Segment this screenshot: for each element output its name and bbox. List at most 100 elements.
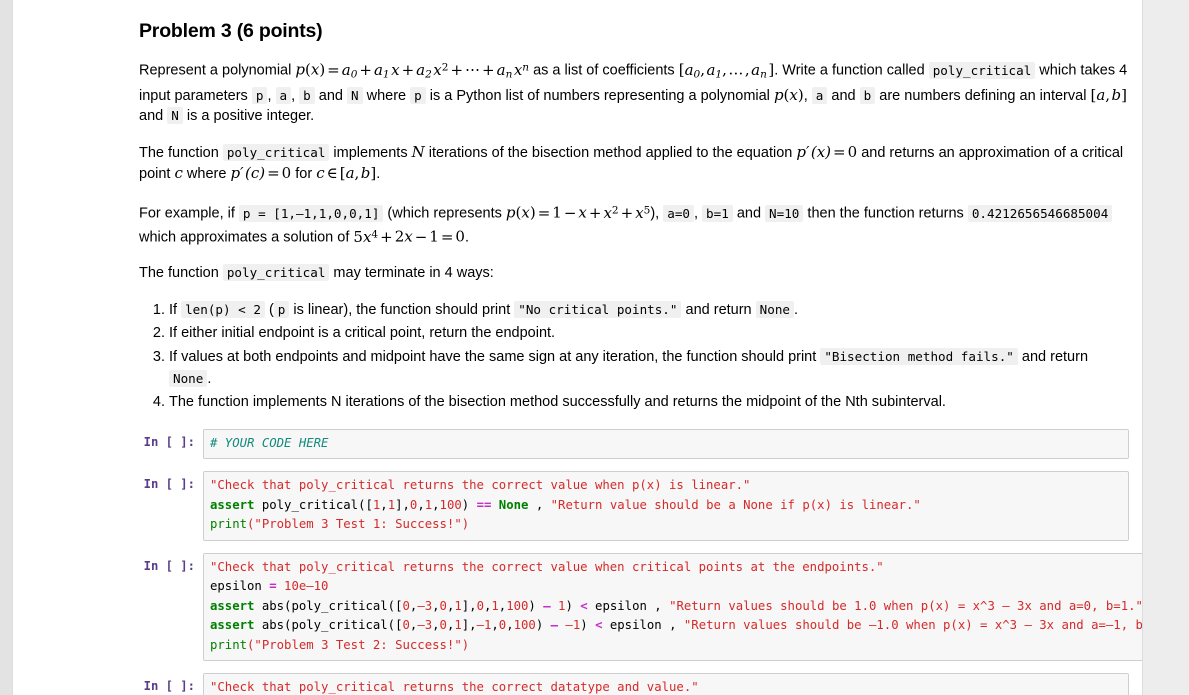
cell-prompt-4: In [ ]: bbox=[143, 679, 195, 694]
code-epsilon-ref: epsilon , bbox=[602, 618, 684, 633]
code-text-1[interactable]: # YOUR CODE HERE bbox=[210, 434, 1122, 454]
math-zero: 0 bbox=[281, 164, 292, 183]
math-a2x2: a2 x2 bbox=[416, 60, 449, 81]
text-run: then the function returns bbox=[803, 205, 968, 222]
text-run: and bbox=[314, 87, 347, 104]
code-print: print bbox=[210, 517, 248, 532]
code-editor-1[interactable]: # YOUR CODE HERE bbox=[203, 428, 1129, 460]
inline-code-len-p: len(p) < 2 bbox=[181, 300, 265, 318]
code-keyword-assert: assert bbox=[210, 497, 255, 512]
text-run: and return bbox=[1017, 348, 1089, 365]
inline-code-b: b bbox=[299, 86, 315, 104]
code-docstring: "Check that poly_critical returns the co… bbox=[210, 478, 751, 493]
code-variable-epsilon: epsilon bbox=[210, 579, 270, 594]
code-number: –3 bbox=[417, 618, 433, 633]
text-run: for bbox=[291, 166, 317, 183]
code-text-4[interactable]: "Check that poly_critical returns the co… bbox=[210, 678, 1122, 695]
math-px-2: p bbox=[773, 85, 784, 104]
markdown-cell-problem-3[interactable]: Problem 3 (6 points) Represent a polynom… bbox=[139, 0, 1129, 413]
code-editor-2[interactable]: "Check that poly_critical returns the co… bbox=[203, 471, 1129, 541]
text-run: If bbox=[169, 301, 182, 318]
code-editor-4[interactable]: "Check that poly_critical returns the co… bbox=[203, 673, 1129, 695]
inline-code-no-critical-points: "No critical points." bbox=[514, 300, 682, 318]
code-keyword-assert: assert bbox=[210, 598, 255, 613]
code-cell-2[interactable]: In [ ]: "Check that poly_critical return… bbox=[139, 471, 1129, 541]
code-number: 1 bbox=[491, 598, 499, 613]
math-minus: − bbox=[563, 203, 577, 222]
code-operator-minus: – bbox=[550, 618, 559, 633]
inline-code-bisection-fails: "Bisection method fails." bbox=[820, 347, 1018, 365]
math-equals: = bbox=[440, 227, 454, 246]
list-item: The function implements N iterations of … bbox=[169, 392, 1129, 413]
math-plus: + bbox=[359, 60, 372, 79]
math-plus: + bbox=[401, 60, 415, 79]
inline-code-return-value: 0.4212656546685004 bbox=[967, 204, 1113, 222]
code-cell-3[interactable]: In [ ]: "Check that poly_critical return… bbox=[139, 552, 1142, 662]
inline-code-none-2: None bbox=[169, 369, 208, 387]
text-run: , bbox=[693, 205, 703, 222]
inline-code-b-eq-1: b=1 bbox=[702, 204, 733, 222]
text-run: (which represents bbox=[383, 205, 506, 222]
text-run: . bbox=[207, 370, 212, 387]
math-cdots: ⋯ bbox=[465, 60, 481, 79]
code-number-epsilon: 10e–10 bbox=[276, 579, 329, 594]
list-item: If either initial endpoint is a critical… bbox=[169, 323, 1129, 344]
inline-code-poly-critical-2: poly_critical bbox=[222, 143, 330, 161]
math-plus: + bbox=[450, 60, 464, 79]
math-plus: + bbox=[588, 203, 602, 222]
math-zero: 0 bbox=[847, 142, 858, 161]
code-number: 100 bbox=[506, 598, 529, 613]
code-text-2[interactable]: "Check that poly_critical returns the co… bbox=[210, 476, 1122, 535]
text-run: are numbers defining an interval bbox=[875, 87, 1091, 104]
math-anxn: an xn bbox=[496, 60, 530, 81]
code-assert-message: "Return values should be 1.0 when p(x) =… bbox=[669, 598, 1143, 613]
inline-code-n-eq-10: N=10 bbox=[765, 204, 804, 222]
code-editor-3[interactable]: "Check that poly_critical returns the co… bbox=[203, 552, 1143, 662]
math-equals: = bbox=[833, 142, 846, 161]
code-punct: , bbox=[506, 618, 514, 633]
math-x2: x2 bbox=[603, 203, 619, 222]
math-pprime-x: p′ (x) bbox=[796, 142, 832, 161]
math-c-2: c bbox=[316, 164, 325, 183]
list-item: If values at both endpoints and midpoint… bbox=[169, 346, 1129, 390]
math-coeff-list: [a0, a1, … , an ] bbox=[678, 60, 775, 81]
math-paren: ) bbox=[529, 203, 536, 222]
code-punct: , bbox=[432, 618, 440, 633]
code-text-3[interactable]: "Check that poly_critical returns the co… bbox=[210, 558, 1143, 656]
text-run: which approximates a solution of bbox=[139, 229, 354, 246]
text-run: may terminate in 4 ways: bbox=[329, 265, 494, 282]
inline-code-n-2: N bbox=[167, 107, 183, 125]
right-page-margin bbox=[1143, 0, 1189, 695]
text-run: , bbox=[803, 87, 812, 104]
math-one: 1 bbox=[552, 203, 562, 222]
math-one: 1 bbox=[429, 227, 439, 246]
code-punct: ) bbox=[580, 618, 596, 633]
code-print: print bbox=[210, 637, 248, 652]
code-cell-4[interactable]: In [ ]: "Check that poly_critical return… bbox=[139, 673, 1129, 695]
math-x5: x5 bbox=[635, 203, 651, 222]
math-equals: = bbox=[327, 60, 340, 79]
math-x: x bbox=[789, 85, 798, 104]
math-plus: + bbox=[620, 203, 634, 222]
paragraph-example: For example, if p = [1,–1,1,0,0,1] (whic… bbox=[139, 200, 1129, 248]
math-px-3: p bbox=[505, 203, 516, 222]
code-cell-1[interactable]: In [ ]: # YOUR CODE HERE bbox=[139, 428, 1129, 460]
math-c: c bbox=[174, 164, 183, 183]
code-number: –1 bbox=[476, 618, 492, 633]
code-operator-lt: < bbox=[580, 598, 588, 613]
math-equals: = bbox=[537, 203, 551, 222]
math-in: ∈ bbox=[326, 164, 338, 183]
text-run: ( bbox=[264, 301, 274, 318]
code-docstring: "Check that poly_critical returns the co… bbox=[210, 680, 699, 695]
inline-code-p-3: p bbox=[273, 300, 290, 318]
code-print-arg: ("Problem 3 Test 1: Success!") bbox=[247, 517, 470, 532]
text-run: and bbox=[827, 87, 860, 104]
list-item: If len(p) < 2 (p is linear), the functio… bbox=[169, 299, 1129, 321]
math-a0: a0 bbox=[341, 60, 358, 81]
code-keyword-assert: assert bbox=[210, 618, 255, 633]
cell-prompt-1: In [ ]: bbox=[143, 434, 195, 449]
code-punct: , bbox=[528, 497, 551, 512]
termination-list: If len(p) < 2 (p is linear), the functio… bbox=[139, 299, 1129, 413]
text-run: where bbox=[362, 87, 411, 104]
